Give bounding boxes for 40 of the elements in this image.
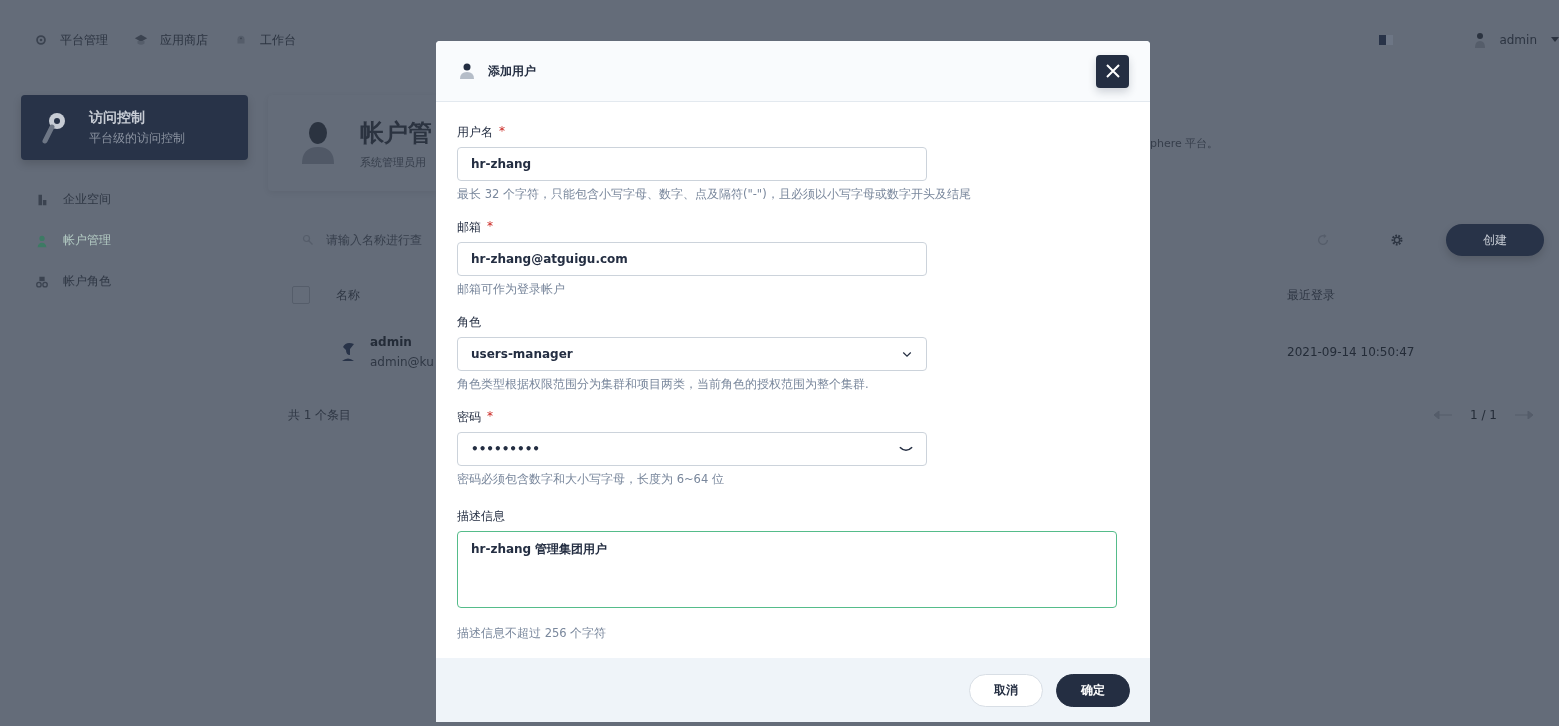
input-field[interactable]: hr-zhang	[457, 147, 927, 182]
description-field[interactable]: hr-zhang 管理集团用户	[457, 531, 1117, 609]
cancel-button[interactable]: 取消	[969, 673, 1043, 707]
toggle-icon	[1379, 34, 1396, 46]
last-login-time: 2021-09-14 10:50:47	[1287, 345, 1415, 359]
field-label: 邮箱	[457, 219, 481, 237]
input-field[interactable]: •••••••••	[457, 432, 927, 467]
required-mark: *	[487, 219, 493, 236]
user-avatar-icon	[340, 341, 356, 363]
field-label: 用户名	[457, 124, 493, 142]
user-icon	[1475, 32, 1486, 48]
role-select[interactable]: users-manager	[457, 337, 927, 372]
input-field[interactable]: hr-zhang@atguigu.com	[457, 242, 927, 277]
close-icon	[1104, 63, 1121, 79]
page-indicator: 1 / 1	[1470, 408, 1497, 422]
close-button[interactable]	[1096, 54, 1129, 88]
caret-down-icon	[1551, 37, 1559, 43]
required-mark: *	[499, 124, 505, 141]
page-title: 帐户管	[360, 117, 432, 149]
dialog-title: 添加用户	[488, 62, 536, 80]
field-hint: 密码必须包含数字和大小写字母，长度为 6~64 位	[457, 472, 725, 488]
user-icon	[460, 63, 474, 79]
roles-icon	[35, 274, 49, 289]
user-icon	[35, 233, 49, 248]
field-hint: 最长 32 个字符，只能包含小写字母、数字、点及隔符("-")，且必须以小写字母或数字开头及结尾	[457, 187, 972, 203]
graduation-cap-icon	[134, 33, 148, 47]
field-label: 描述信息	[457, 508, 505, 526]
user-name: admin	[370, 335, 413, 349]
sidebar-subtitle: 平台级的访问控制	[89, 129, 185, 147]
field-hint: 角色类型根据权限范围分为集群和项目两类，当前角色的授权范围为整个集群.	[457, 377, 870, 393]
create-button[interactable]: 创建	[1446, 224, 1544, 256]
gear-icon	[34, 33, 48, 47]
field-label: 密码	[457, 409, 481, 427]
field-hint: 描述信息不超过 256 个字符	[457, 626, 608, 642]
field-hint: 邮箱可作为登录帐户	[457, 282, 566, 298]
settings-icon[interactable]	[1390, 233, 1404, 247]
sidebar-title: 访问控制	[89, 108, 146, 127]
confirm-button[interactable]: 确定	[1056, 673, 1130, 707]
field-label: 角色	[457, 314, 481, 332]
required-mark: *	[487, 409, 493, 426]
